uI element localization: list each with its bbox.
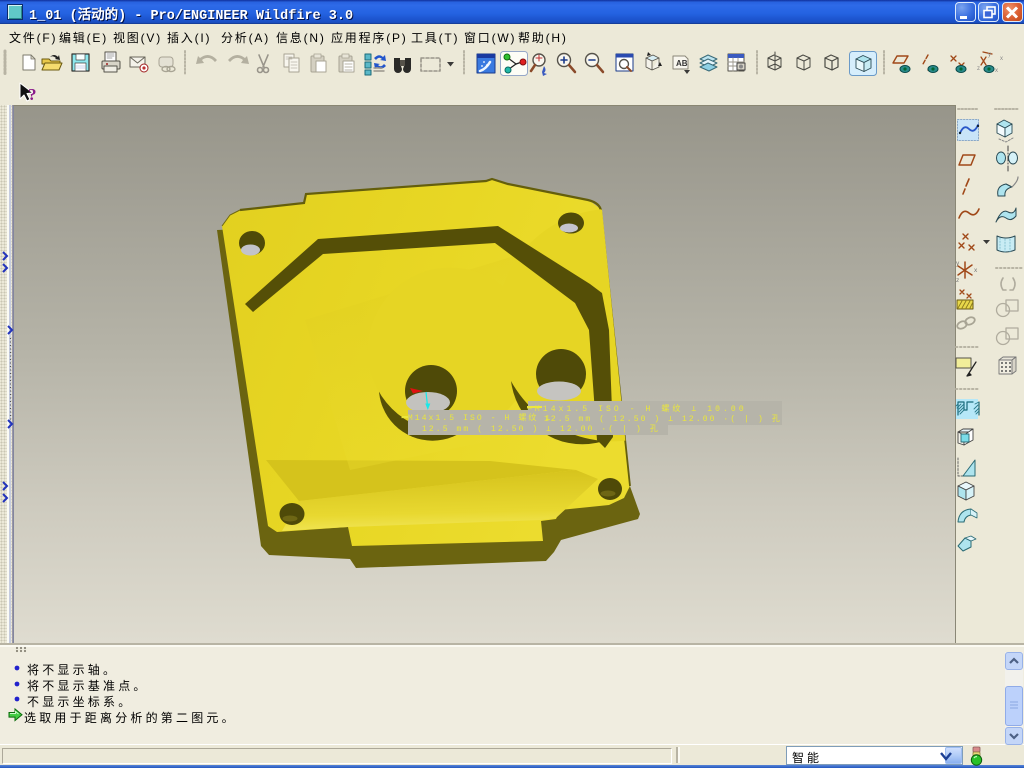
svg-text:x: x (974, 267, 978, 274)
svg-text:z: z (956, 277, 959, 284)
svg-text:?: ? (28, 85, 37, 104)
svg-text:y: y (956, 260, 960, 267)
svg-text:x: x (1000, 56, 1003, 62)
svg-text:x: x (995, 68, 998, 74)
svg-text:AB: AB (676, 59, 688, 68)
svg-text:z: z (977, 66, 980, 72)
svg-text:y: y (988, 52, 991, 58)
